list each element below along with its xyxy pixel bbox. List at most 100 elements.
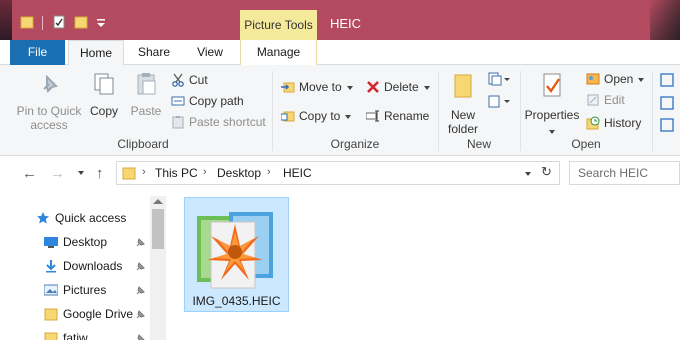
organize-group-label: Organize <box>330 137 380 151</box>
properties-check-icon <box>543 73 561 97</box>
pin-icon[interactable] <box>135 286 145 296</box>
pin-to-quick-access-button[interactable]: Pin to Quick access <box>14 71 84 132</box>
photo-thumbnail-icon <box>197 212 273 289</box>
tab-file[interactable]: File <box>10 40 65 65</box>
pin-label-line1: Pin to Quick <box>16 104 82 118</box>
desktop-icon <box>44 237 58 248</box>
folder-icon <box>44 308 58 321</box>
pin-icon[interactable] <box>135 262 145 272</box>
copy-to-button[interactable]: Copy to <box>281 107 352 125</box>
title-bar: Picture Tools HEIC <box>0 0 680 40</box>
history-icon <box>586 116 600 130</box>
file-name-label: IMG_0435.HEIC <box>192 294 281 308</box>
new-folder-button[interactable]: New folder <box>444 71 482 136</box>
new-folder-icon[interactable] <box>74 15 88 29</box>
search-input[interactable]: Search HEIC <box>569 161 680 185</box>
tab-share[interactable]: Share <box>128 40 180 65</box>
breadcrumb-heic[interactable]: HEIC <box>283 166 312 180</box>
desktop-background-edge <box>0 0 12 40</box>
paste-shortcut-label: Paste shortcut <box>189 115 266 129</box>
address-bar[interactable]: › This PC › Desktop › HEIC ↻ <box>116 161 560 185</box>
rename-label: Rename <box>384 109 430 123</box>
sidebar-item-label: Desktop <box>63 235 108 249</box>
sidebar-item-label: Quick access <box>55 211 127 225</box>
open-dropdown-icon <box>638 77 645 82</box>
cut-button[interactable]: Cut <box>171 71 208 89</box>
move-to-button[interactable]: Move to <box>281 78 353 96</box>
open-icon <box>586 73 600 85</box>
up-arrow-icon[interactable]: ↑ <box>96 165 104 182</box>
copy-icon <box>94 73 114 95</box>
scroll-up-arrow-icon[interactable] <box>153 199 163 204</box>
copy-button[interactable]: Copy <box>88 71 120 118</box>
select-group-icons[interactable] <box>660 73 676 133</box>
properties-icon[interactable] <box>52 15 66 29</box>
pin-label-line2: access <box>30 118 68 132</box>
copy-label: Copy <box>89 104 118 118</box>
navigation-pane: Quick access Desktop Downloads Pictures … <box>0 197 166 340</box>
copy-to-label: Copy to <box>299 109 341 123</box>
star-icon <box>37 212 49 224</box>
copy-path-icon <box>171 96 185 106</box>
tab-view[interactable]: View <box>184 40 236 65</box>
open-button[interactable]: Open <box>586 70 645 88</box>
history-button[interactable]: History <box>586 114 641 132</box>
address-dropdown-icon[interactable] <box>525 172 531 176</box>
sidebar-item-label: Google Drive <box>63 307 134 321</box>
sidebar-item-label: fatiw <box>63 331 88 340</box>
open-group-label: Open <box>571 137 601 151</box>
refresh-icon[interactable]: ↻ <box>541 164 552 180</box>
paste-icon <box>137 73 156 95</box>
picture-tools-label: Picture Tools <box>240 10 317 40</box>
history-label: History <box>604 116 642 130</box>
cut-label: Cut <box>189 73 208 87</box>
tab-home[interactable]: Home <box>68 40 124 66</box>
edit-label: Edit <box>604 93 625 107</box>
customize-qat-icon[interactable] <box>94 15 108 29</box>
ribbon-tab-row: File Home Share View Manage <box>0 40 680 66</box>
new-item-icon[interactable] <box>487 71 511 87</box>
open-label: Open <box>604 72 634 86</box>
pin-icon <box>43 74 58 93</box>
pin-icon[interactable] <box>135 310 145 320</box>
qat-separator <box>42 16 43 30</box>
scissors-icon <box>172 73 184 87</box>
breadcrumb-desktop[interactable]: Desktop <box>217 166 261 180</box>
delete-x-icon <box>367 81 379 93</box>
rename-icon <box>366 110 379 122</box>
paste-shortcut-button[interactable]: Paste shortcut <box>171 113 266 131</box>
folder-icon[interactable] <box>20 15 34 29</box>
breadcrumb-separator[interactable]: › <box>267 166 271 178</box>
copy-to-icon <box>281 111 295 122</box>
tab-manage[interactable]: Manage <box>240 40 317 65</box>
paste-label: Paste <box>130 104 162 118</box>
pin-icon[interactable] <box>135 334 145 340</box>
properties-dropdown-icon <box>549 129 555 134</box>
breadcrumb-separator[interactable]: › <box>203 166 207 178</box>
back-arrow-icon[interactable]: ← <box>22 165 37 182</box>
rename-button[interactable]: Rename <box>366 107 429 125</box>
paste-button[interactable]: Paste <box>128 71 164 118</box>
easy-access-icon[interactable] <box>487 93 511 109</box>
move-to-icon <box>281 82 295 93</box>
window-title: HEIC <box>330 16 362 31</box>
folder-icon <box>122 167 136 180</box>
copy-path-label: Copy path <box>189 94 244 108</box>
edit-button[interactable]: Edit <box>586 91 625 109</box>
desktop-background-edge-right <box>650 0 680 40</box>
file-item[interactable]: IMG_0435.HEIC <box>184 197 289 312</box>
sidebar-item-label: Downloads <box>63 259 123 273</box>
forward-arrow-icon[interactable]: → <box>50 165 65 182</box>
delete-button[interactable]: Delete <box>366 78 430 96</box>
copy-path-button[interactable]: Copy path <box>171 92 244 110</box>
recent-locations-icon[interactable] <box>78 171 84 175</box>
pin-icon[interactable] <box>135 238 145 248</box>
breadcrumb-separator[interactable]: › <box>142 166 146 178</box>
sidebar-scroll-thumb[interactable] <box>152 209 164 249</box>
delete-dropdown-icon <box>423 85 430 90</box>
paste-shortcut-icon <box>172 116 184 129</box>
breadcrumb-this-pc[interactable]: This PC <box>155 166 198 180</box>
new-folder-label-line2: folder <box>447 122 479 136</box>
move-to-dropdown-icon <box>346 85 353 90</box>
properties-button[interactable]: Properties <box>524 71 580 136</box>
